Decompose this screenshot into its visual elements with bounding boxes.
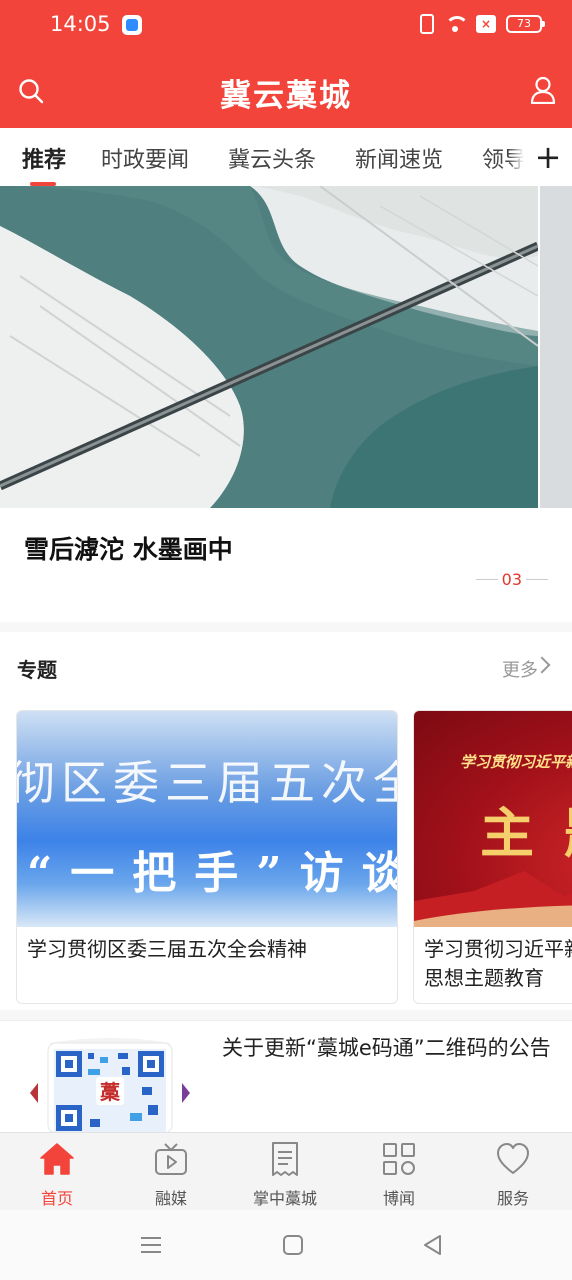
bottom-navigation: 首页 融媒 掌中藁城 博闻 服务	[0, 1132, 572, 1210]
mountain-art	[414, 871, 572, 927]
home-icon	[40, 1143, 74, 1175]
topics-more-link[interactable]: 更多	[502, 656, 538, 682]
topic-card[interactable]: 学习贯彻习近平新 主题 学习贯彻习近平新时代中国特色社会主义思想主题教育	[413, 710, 572, 1004]
receipt-icon	[272, 1142, 298, 1176]
qr-logo-text: 藁	[99, 1080, 121, 1104]
nav-home[interactable]: 首页	[0, 1133, 114, 1211]
topic-art-text: 彻区委三届五次全	[17, 756, 397, 810]
topics-heading: 专题	[17, 658, 57, 682]
app-header: 冀云藁城	[0, 52, 572, 128]
nav-label: 博闻	[382, 1189, 415, 1208]
status-icons: × 73	[420, 14, 545, 34]
nav-label: 首页	[40, 1189, 73, 1208]
topic-art-text: 学习贯彻习近平新	[460, 753, 572, 771]
app-title: 冀云藁城	[220, 78, 352, 114]
nav-label: 掌中藁城	[252, 1189, 317, 1208]
nav-label: 融媒	[154, 1189, 187, 1208]
status-bar: 14:05 × 73	[0, 0, 572, 52]
tab-recommend[interactable]: 推荐	[22, 142, 66, 174]
tab-politics[interactable]: 时政要闻	[101, 142, 189, 174]
topic-label: 学习贯彻习近平新时代中国特色社会主义思想主题教育	[424, 937, 572, 990]
topic-image: 学习贯彻习近平新 主题	[414, 711, 572, 927]
nav-bowen[interactable]: 博闻	[342, 1133, 456, 1211]
app-screen: 14:05 × 73 冀云藁城 推荐 时政要闻 冀云头条 新闻速览 领导 + 雪…	[0, 0, 572, 1280]
banner-title[interactable]: 雪后滹沱 水墨画中	[24, 530, 233, 566]
topic-image: 彻区委三届五次全 “一把手”访谈	[17, 711, 397, 927]
back-icon[interactable]	[420, 1232, 446, 1258]
pager-line-right	[526, 579, 548, 580]
topic-art-text: 主题	[480, 801, 572, 865]
user-icon[interactable]	[530, 76, 556, 104]
news-title[interactable]: 关于更新“藁城e码通”二维码的公告	[222, 1033, 552, 1063]
vibrate-icon	[420, 14, 434, 34]
topic-card[interactable]: 彻区委三届五次全 “一把手”访谈 学习贯彻区委三届五次全会精神	[16, 710, 398, 1004]
nav-service[interactable]: 服务	[456, 1133, 570, 1211]
next-slide-peek	[540, 186, 572, 508]
pager-line-left	[475, 579, 498, 580]
topic-label: 学习贯彻区委三届五次全会精神	[27, 937, 307, 961]
add-channel-button[interactable]: +	[508, 128, 572, 186]
topics-section: 专题 更多 彻区委三届五次全 “一把手”访谈 学习贯彻区委三届五次全会精神 学习…	[0, 632, 572, 1010]
app-notification-icon	[122, 15, 142, 35]
tv-play-icon	[155, 1143, 187, 1175]
home-button-icon[interactable]	[280, 1232, 306, 1258]
tab-headlines[interactable]: 冀云头条	[228, 142, 316, 174]
menu-icon[interactable]	[138, 1232, 164, 1258]
banner-carousel[interactable]: 雪后滹沱 水墨画中 03	[0, 186, 572, 622]
tab-news-brief[interactable]: 新闻速览	[355, 142, 443, 174]
banner-image[interactable]	[0, 186, 538, 508]
qr-code-thumbnail[interactable]: 藁	[30, 1033, 190, 1133]
wifi-icon	[444, 15, 469, 33]
banner-pager: 03	[475, 570, 548, 589]
system-navigation-bar	[0, 1210, 572, 1280]
battery-icon: 73	[506, 15, 545, 33]
nav-palm-gaocheng[interactable]: 掌中藁城	[228, 1133, 342, 1211]
grid-icon	[383, 1143, 415, 1175]
channel-tabs: 推荐 时政要闻 冀云头条 新闻速览 领导 +	[0, 128, 572, 186]
nav-media[interactable]: 融媒	[114, 1133, 228, 1211]
banner-page-number: 03	[501, 570, 522, 589]
status-time: 14:05	[50, 12, 111, 36]
nav-label: 服务	[496, 1189, 529, 1208]
topic-art-text: “一把手”访谈	[27, 848, 397, 899]
no-sim-icon: ×	[476, 15, 496, 33]
heart-icon	[497, 1143, 529, 1174]
news-list-item[interactable]: 藁 关于更新“藁城e码通”二维码的公告	[0, 1020, 572, 1133]
